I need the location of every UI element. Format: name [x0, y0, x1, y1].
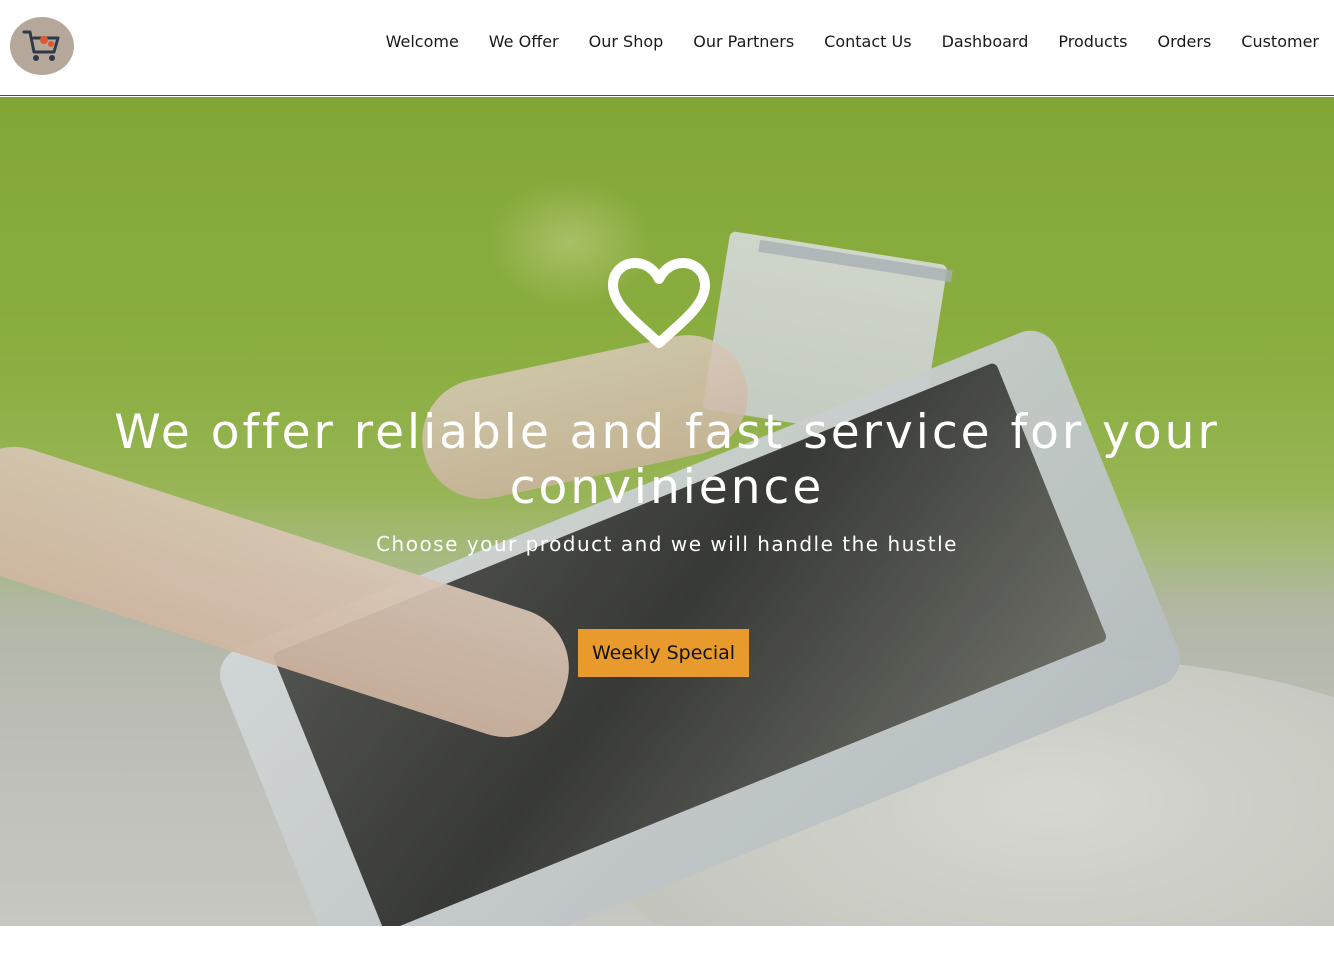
- nav-link-our-shop[interactable]: Our Shop: [589, 32, 664, 51]
- hero-banner: We offer reliable and fast service for y…: [0, 97, 1334, 926]
- nav-link-welcome[interactable]: Welcome: [386, 32, 459, 51]
- nav-link-products[interactable]: Products: [1058, 32, 1127, 51]
- nav-link-dashboard[interactable]: Dashboard: [942, 32, 1029, 51]
- hero-headline: We offer reliable and fast service for y…: [114, 405, 1220, 515]
- main-nav: Welcome We Offer Our Shop Our Partners C…: [356, 0, 1334, 82]
- top-navbar: Welcome We Offer Our Shop Our Partners C…: [0, 0, 1334, 96]
- site-logo[interactable]: [10, 17, 74, 75]
- shopping-cart-icon: [22, 30, 60, 61]
- nav-link-customer[interactable]: Customer: [1241, 32, 1319, 51]
- weekly-special-button[interactable]: Weekly Special: [578, 629, 749, 677]
- heart-icon: [608, 258, 710, 348]
- nav-link-contact-us[interactable]: Contact Us: [824, 32, 911, 51]
- nav-link-our-partners[interactable]: Our Partners: [693, 32, 794, 51]
- hero-subheadline: Choose your product and we will handle t…: [376, 532, 958, 556]
- nav-link-we-offer[interactable]: We Offer: [489, 32, 559, 51]
- nav-link-orders[interactable]: Orders: [1157, 32, 1211, 51]
